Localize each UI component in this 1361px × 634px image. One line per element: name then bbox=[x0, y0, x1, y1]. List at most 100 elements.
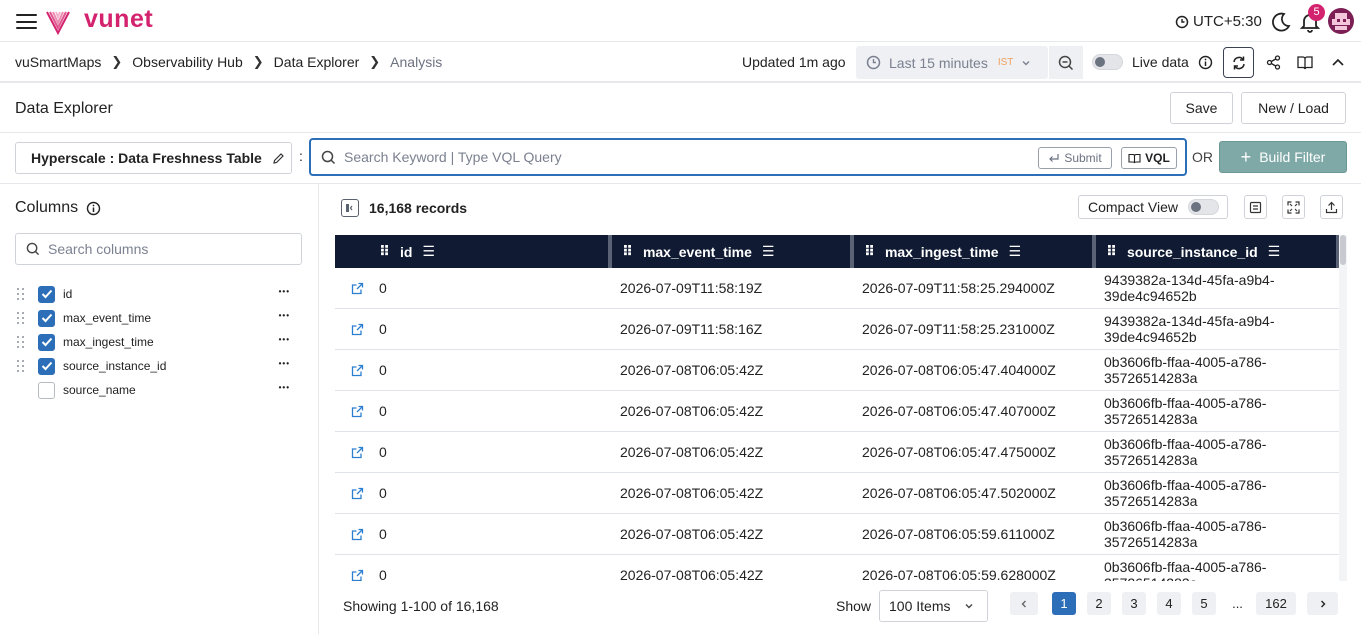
column-item[interactable]: id ••• bbox=[17, 284, 297, 304]
items-per-page-select[interactable]: 100 Items bbox=[879, 590, 988, 622]
more-options-icon[interactable]: ••• bbox=[279, 359, 290, 368]
cell-max-ingest-time: 2026-07-08T06:05:59.628000Z bbox=[862, 567, 1056, 581]
vql-button[interactable]: VQL bbox=[1121, 147, 1177, 169]
chevron-right-icon: ❯ bbox=[369, 54, 381, 69]
external-link-icon bbox=[351, 405, 363, 417]
search-icon bbox=[26, 242, 40, 256]
page-button[interactable]: 1 bbox=[1052, 592, 1076, 615]
fullscreen-button[interactable] bbox=[1282, 195, 1305, 219]
drag-handle-icon[interactable]: ⠿ bbox=[622, 243, 633, 260]
column-options-icon[interactable]: ☰ bbox=[1268, 243, 1281, 260]
breadcrumb-observability-hub[interactable]: Observability Hub bbox=[132, 54, 243, 70]
column-item[interactable]: max_ingest_time ••• bbox=[17, 332, 297, 352]
chevron-right-icon: ❯ bbox=[252, 54, 264, 69]
column-header-max-ingest-time[interactable]: ⠿ max_ingest_time ☰ bbox=[854, 235, 1096, 268]
export-button[interactable] bbox=[1320, 195, 1343, 219]
more-options-icon[interactable]: ••• bbox=[279, 383, 290, 392]
compact-view-toggle[interactable]: Compact View bbox=[1078, 195, 1228, 219]
cell-source-instance-id: 0b3606fb-ffaa-4005-a786-35726514283a bbox=[1104, 395, 1340, 427]
column-header-max-event-time[interactable]: ⠿ max_event_time ☰ bbox=[612, 235, 854, 268]
column-checkbox[interactable] bbox=[38, 357, 55, 375]
cell-source-instance-id: 0b3606fb-ffaa-4005-a786-35726514283a bbox=[1104, 436, 1340, 468]
cell-source-instance-id: 9439382a-134d-45fa-a9b4- 39de4c94652b bbox=[1104, 313, 1340, 345]
next-page-button[interactable] bbox=[1307, 592, 1338, 615]
time-range-label: Last 15 minutes bbox=[889, 54, 988, 71]
toggle-sidebar-button[interactable] bbox=[341, 199, 359, 217]
drag-handle-icon[interactable] bbox=[17, 359, 27, 373]
column-header-id[interactable]: ⠿ id ☰ bbox=[335, 235, 612, 268]
drag-handle-icon[interactable]: ⠿ bbox=[1106, 243, 1117, 260]
open-record-button[interactable] bbox=[335, 364, 379, 377]
table-row: 0 2026-07-08T06:05:42Z 2026-07-08T06:05:47… bbox=[335, 473, 1340, 514]
share-icon[interactable] bbox=[1266, 55, 1281, 70]
column-search-input[interactable] bbox=[48, 241, 288, 257]
table-row: 0 2026-07-08T06:05:42Z 2026-07-08T06:05:47… bbox=[335, 391, 1340, 432]
clock-icon bbox=[866, 55, 881, 70]
compact-view-switch[interactable] bbox=[1188, 199, 1220, 215]
column-options-icon[interactable]: ☰ bbox=[422, 243, 435, 260]
timezone-indicator[interactable]: UTC+5:30 bbox=[1175, 13, 1262, 30]
live-data-toggle[interactable] bbox=[1092, 54, 1123, 70]
breadcrumb-data-explorer[interactable]: Data Explorer bbox=[274, 54, 360, 70]
column-item-label: id bbox=[63, 287, 73, 301]
drag-handle-icon[interactable]: ⠿ bbox=[864, 243, 875, 260]
table-scrollbar[interactable] bbox=[1339, 235, 1347, 581]
column-search-box bbox=[15, 233, 302, 265]
open-record-button[interactable] bbox=[335, 323, 379, 336]
cell-text-line: 0b3606fb-ffaa-4005-a786- bbox=[1104, 395, 1267, 411]
cell-id: 0 bbox=[379, 280, 387, 296]
chevron-up-icon[interactable] bbox=[1331, 56, 1345, 68]
page-button[interactable]: 2 bbox=[1087, 592, 1111, 615]
open-record-button[interactable] bbox=[335, 569, 379, 582]
breadcrumb-vusmartmaps[interactable]: vuSmartMaps bbox=[15, 54, 101, 70]
open-record-button[interactable] bbox=[335, 405, 379, 418]
external-link-icon bbox=[351, 446, 363, 458]
page-button[interactable]: 162 bbox=[1256, 592, 1296, 615]
new-load-button[interactable]: New / Load bbox=[1241, 92, 1346, 124]
open-record-button[interactable] bbox=[335, 446, 379, 459]
info-icon[interactable] bbox=[86, 201, 101, 216]
book-icon[interactable] bbox=[1297, 55, 1313, 70]
column-header-source-instance-id[interactable]: ⠿ source_instance_id ☰ bbox=[1096, 235, 1340, 268]
page-button[interactable]: 5 bbox=[1192, 592, 1216, 615]
page-button[interactable]: 4 bbox=[1157, 592, 1181, 615]
divider bbox=[0, 132, 1361, 133]
table-settings-button[interactable] bbox=[1244, 195, 1267, 219]
pencil-icon[interactable] bbox=[272, 152, 285, 165]
column-checkbox[interactable] bbox=[38, 309, 55, 327]
open-record-button[interactable] bbox=[335, 487, 379, 500]
zoom-out-button[interactable] bbox=[1049, 46, 1083, 79]
hamburger-menu-icon[interactable] bbox=[16, 14, 37, 29]
column-options-icon[interactable]: ☰ bbox=[762, 243, 775, 260]
dark-mode-moon-icon[interactable] bbox=[1270, 11, 1292, 33]
prev-page-button[interactable] bbox=[1010, 592, 1038, 615]
datasource-selector[interactable]: Hyperscale : Data Freshness Table bbox=[15, 142, 292, 174]
build-filter-button[interactable]: + Build Filter bbox=[1219, 141, 1347, 173]
info-icon[interactable] bbox=[1198, 55, 1213, 70]
search-input[interactable] bbox=[344, 149, 1034, 165]
drag-handle-icon[interactable] bbox=[17, 311, 27, 325]
user-avatar[interactable] bbox=[1328, 8, 1354, 34]
column-item[interactable]: source_name ••• bbox=[17, 380, 297, 400]
column-item[interactable]: max_event_time ••• bbox=[17, 308, 297, 328]
more-options-icon[interactable]: ••• bbox=[279, 335, 290, 344]
cell-max-event-time: 2026-07-08T06:05:42Z bbox=[620, 444, 764, 460]
drag-handle-icon[interactable] bbox=[17, 287, 27, 301]
submit-button[interactable]: Submit bbox=[1038, 147, 1112, 169]
refresh-button[interactable] bbox=[1223, 47, 1254, 78]
column-item[interactable]: source_instance_id ••• bbox=[17, 356, 297, 376]
drag-handle-icon[interactable] bbox=[17, 335, 27, 349]
drag-handle-icon[interactable]: ⠿ bbox=[379, 243, 390, 260]
column-checkbox[interactable] bbox=[38, 381, 55, 399]
column-checkbox[interactable] bbox=[38, 285, 55, 303]
more-options-icon[interactable]: ••• bbox=[279, 287, 290, 296]
open-record-button[interactable] bbox=[335, 282, 379, 295]
column-options-icon[interactable]: ☰ bbox=[1009, 243, 1022, 260]
time-range-picker[interactable]: Last 15 minutes IST bbox=[856, 46, 1048, 79]
column-checkbox[interactable] bbox=[38, 333, 55, 351]
checkmark-icon bbox=[41, 361, 52, 371]
more-options-icon[interactable]: ••• bbox=[279, 311, 290, 320]
page-button[interactable]: 3 bbox=[1122, 592, 1146, 615]
save-button[interactable]: Save bbox=[1170, 92, 1233, 124]
open-record-button[interactable] bbox=[335, 528, 379, 541]
